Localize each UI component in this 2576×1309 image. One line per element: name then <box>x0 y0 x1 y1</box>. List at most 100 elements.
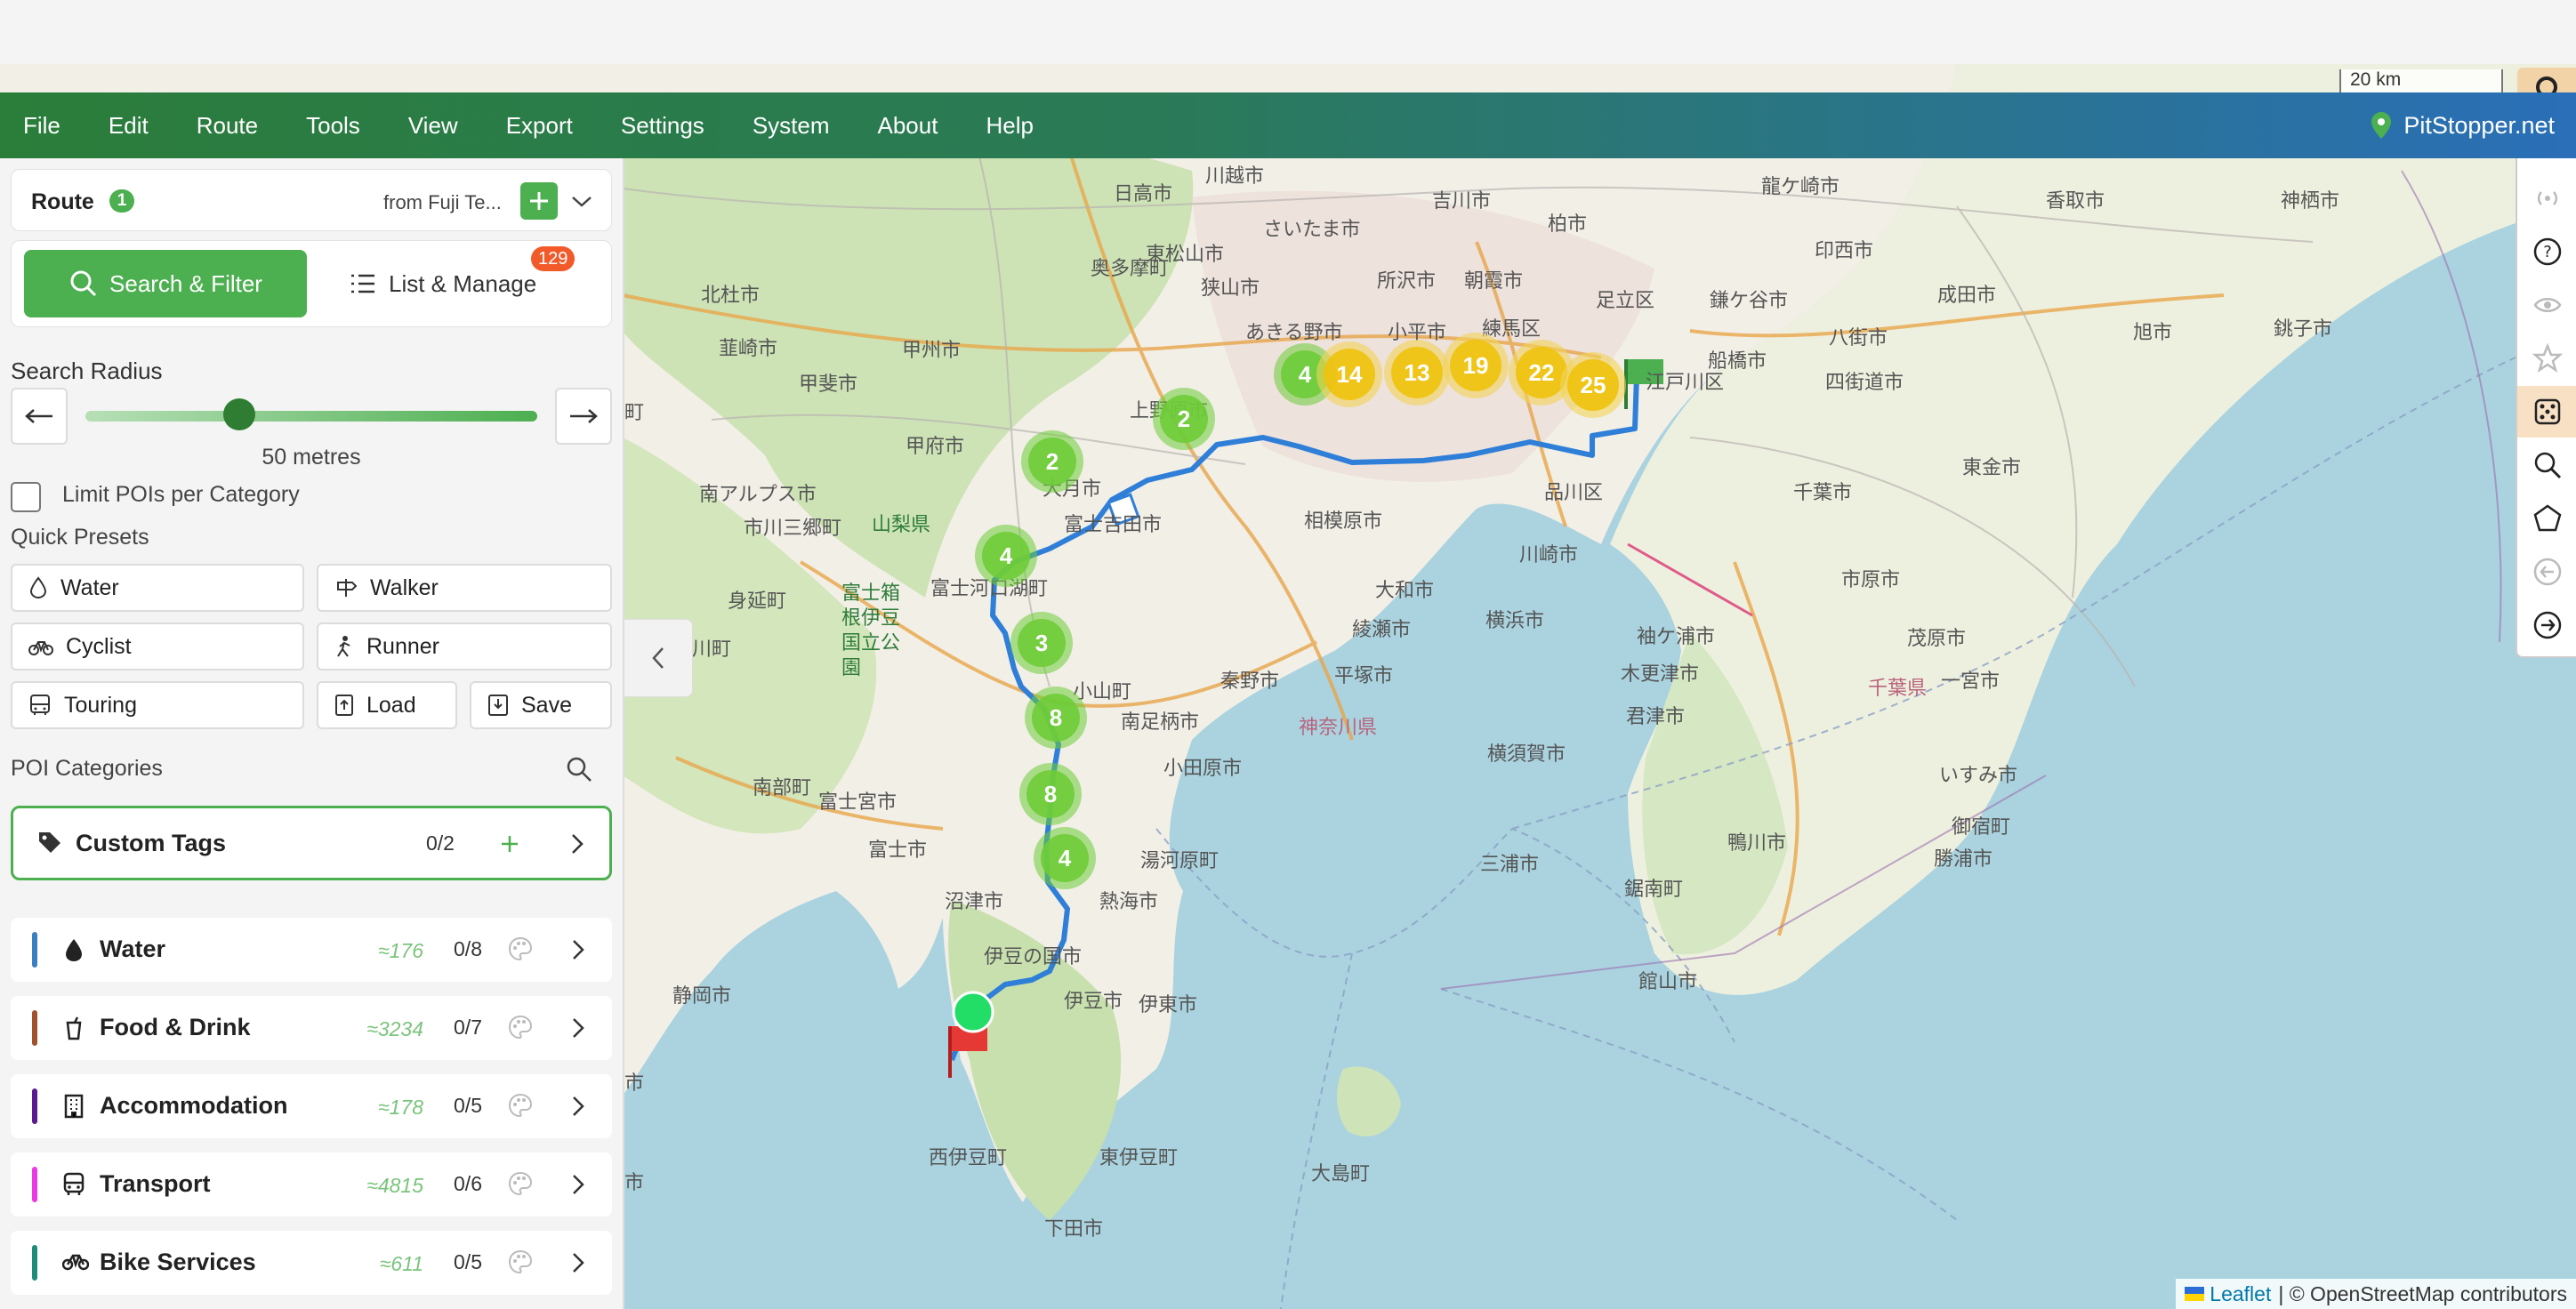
preset-runner-button[interactable]: Runner <box>317 622 612 671</box>
locate-button[interactable] <box>2517 68 2576 98</box>
palette-icon[interactable] <box>507 1014 534 1040</box>
map-label: 袖ケ浦市 <box>1637 626 1716 648</box>
menu-export[interactable]: Export <box>482 112 597 140</box>
custom-tags-row[interactable]: Custom Tags 0/2 <box>11 806 612 880</box>
signal-button[interactable] <box>2517 173 2576 224</box>
map-label: 北杜市 <box>701 285 761 307</box>
poi-cluster[interactable]: 3 <box>1010 612 1073 674</box>
menu-view[interactable]: View <box>384 112 482 140</box>
poi-category-food-drink[interactable]: Food & Drink ≈3234 0/7 <box>11 996 612 1060</box>
radius-slider-track[interactable] <box>85 411 537 422</box>
redo-button[interactable] <box>2517 599 2576 651</box>
map-label: 市川三郷町 <box>744 518 842 540</box>
map-label: 秦野市 <box>1220 671 1280 693</box>
poi-cluster[interactable]: 14 <box>1316 341 1382 407</box>
poi-cluster[interactable]: 4 <box>1034 827 1096 889</box>
map-label: 伊東市 <box>1139 994 1198 1016</box>
menu-about[interactable]: About <box>854 112 962 140</box>
poi-category-bike-services[interactable]: Bike Services ≈611 0/5 <box>11 1231 612 1295</box>
chevron-right-icon[interactable] <box>569 1016 587 1040</box>
poi-category-accommodation[interactable]: Accommodation ≈178 0/5 <box>11 1074 612 1138</box>
search-icon <box>70 270 97 297</box>
preset-water-button[interactable]: Water <box>11 564 304 612</box>
visibility-button[interactable] <box>2517 279 2576 331</box>
poi-cluster[interactable]: 2 <box>1021 430 1083 493</box>
limit-pois-checkbox[interactable] <box>11 482 41 512</box>
preset-walker-button[interactable]: Walker <box>317 564 612 612</box>
help-button[interactable]: ? <box>2517 226 2576 277</box>
random-button[interactable] <box>2517 386 2576 438</box>
chevron-right-icon[interactable] <box>569 937 587 962</box>
undo-button[interactable] <box>2517 546 2576 598</box>
map-search-button[interactable] <box>2517 439 2576 491</box>
poi-cluster[interactable]: 8 <box>1025 687 1087 749</box>
map-label: 相模原市 <box>1304 510 1383 533</box>
radius-value: 50 metres <box>262 445 361 470</box>
arrow-left-icon <box>25 409 52 423</box>
palette-icon[interactable] <box>507 1092 534 1119</box>
preset-cyclist-button[interactable]: Cyclist <box>11 622 304 671</box>
map-label: 勝浦市 <box>1934 848 1993 871</box>
poi-cluster[interactable]: 4 <box>975 525 1037 587</box>
preset-touring-button[interactable]: Touring <box>11 681 304 729</box>
favorite-button[interactable] <box>2517 333 2576 384</box>
radius-slider-thumb[interactable] <box>222 398 255 430</box>
map-label: 大和市 <box>1375 580 1435 602</box>
menu-system[interactable]: System <box>729 112 854 140</box>
collapse-sidebar-button[interactable] <box>624 619 693 697</box>
map-label: 龍ケ崎市 <box>1761 176 1840 198</box>
add-route-button[interactable] <box>520 182 558 220</box>
route-card[interactable]: Route 1 from Fuji Te... <box>11 169 612 231</box>
preset-load-label: Load <box>366 692 416 718</box>
palette-icon[interactable] <box>507 1249 534 1275</box>
poi-cluster[interactable]: 13 <box>1384 340 1450 406</box>
menu-edit[interactable]: Edit <box>85 112 173 140</box>
map-label: 三浦市 <box>1480 854 1540 876</box>
chevron-right-icon[interactable] <box>568 831 586 856</box>
map-label: 旭市 <box>2133 322 2173 344</box>
chevron-right-icon[interactable] <box>569 1094 587 1119</box>
locate-icon <box>2536 76 2557 98</box>
brand-link[interactable]: PitStopper.net <box>2371 92 2555 158</box>
poi-category-water[interactable]: Water ≈176 0/8 <box>11 918 612 982</box>
tab-search-filter[interactable]: Search & Filter <box>24 250 307 317</box>
menu-tools[interactable]: Tools <box>282 112 384 140</box>
menu-file[interactable]: File <box>0 112 85 140</box>
star-icon <box>2532 343 2563 373</box>
menu-help[interactable]: Help <box>962 112 1057 140</box>
poi-cluster[interactable]: 19 <box>1443 333 1509 398</box>
search-icon[interactable] <box>566 756 592 783</box>
leaflet-link[interactable]: Leaflet <box>2210 1282 2271 1306</box>
palette-icon[interactable] <box>507 936 534 962</box>
map-label: 市原市 <box>1841 569 1901 591</box>
limit-pois-label: Limit POIs per Category <box>62 482 300 507</box>
preset-load-button[interactable]: Load <box>317 681 457 729</box>
chevron-right-icon[interactable] <box>569 1250 587 1275</box>
menu-route[interactable]: Route <box>173 112 282 140</box>
poi-cluster[interactable]: 25 <box>1560 352 1626 418</box>
dice-icon <box>2534 398 2561 425</box>
preset-save-button[interactable]: Save <box>470 681 612 729</box>
poi-category-transport[interactable]: Transport ≈4815 0/6 <box>11 1152 612 1217</box>
plus-icon[interactable] <box>497 831 522 856</box>
map-scale: 20 km <box>2339 69 2503 94</box>
map-label: 南アルプス市 <box>699 484 817 506</box>
radius-increase-button[interactable] <box>555 388 612 445</box>
menu-settings[interactable]: Settings <box>597 112 729 140</box>
chevron-down-icon[interactable] <box>570 191 593 211</box>
list-count-badge: 129 <box>531 246 576 271</box>
route-label: Route <box>31 189 94 214</box>
preset-cyclist-label: Cyclist <box>66 633 132 659</box>
map-label: 千葉県 <box>1868 678 1928 700</box>
poi-cluster[interactable]: 2 <box>1153 388 1215 450</box>
toolbar-top <box>2517 158 2576 169</box>
map-toolbar: ? <box>2516 158 2576 658</box>
palette-icon[interactable] <box>507 1170 534 1197</box>
category-poi-count: ≈176 <box>378 939 423 962</box>
radius-decrease-button[interactable] <box>11 388 68 445</box>
route-from-text: from Fuji Te... <box>383 191 502 213</box>
poi-cluster[interactable]: 8 <box>1019 763 1082 825</box>
chevron-right-icon[interactable] <box>569 1172 587 1197</box>
polygon-button[interactable] <box>2517 493 2576 544</box>
map-label: 成田市 <box>1937 285 1997 307</box>
